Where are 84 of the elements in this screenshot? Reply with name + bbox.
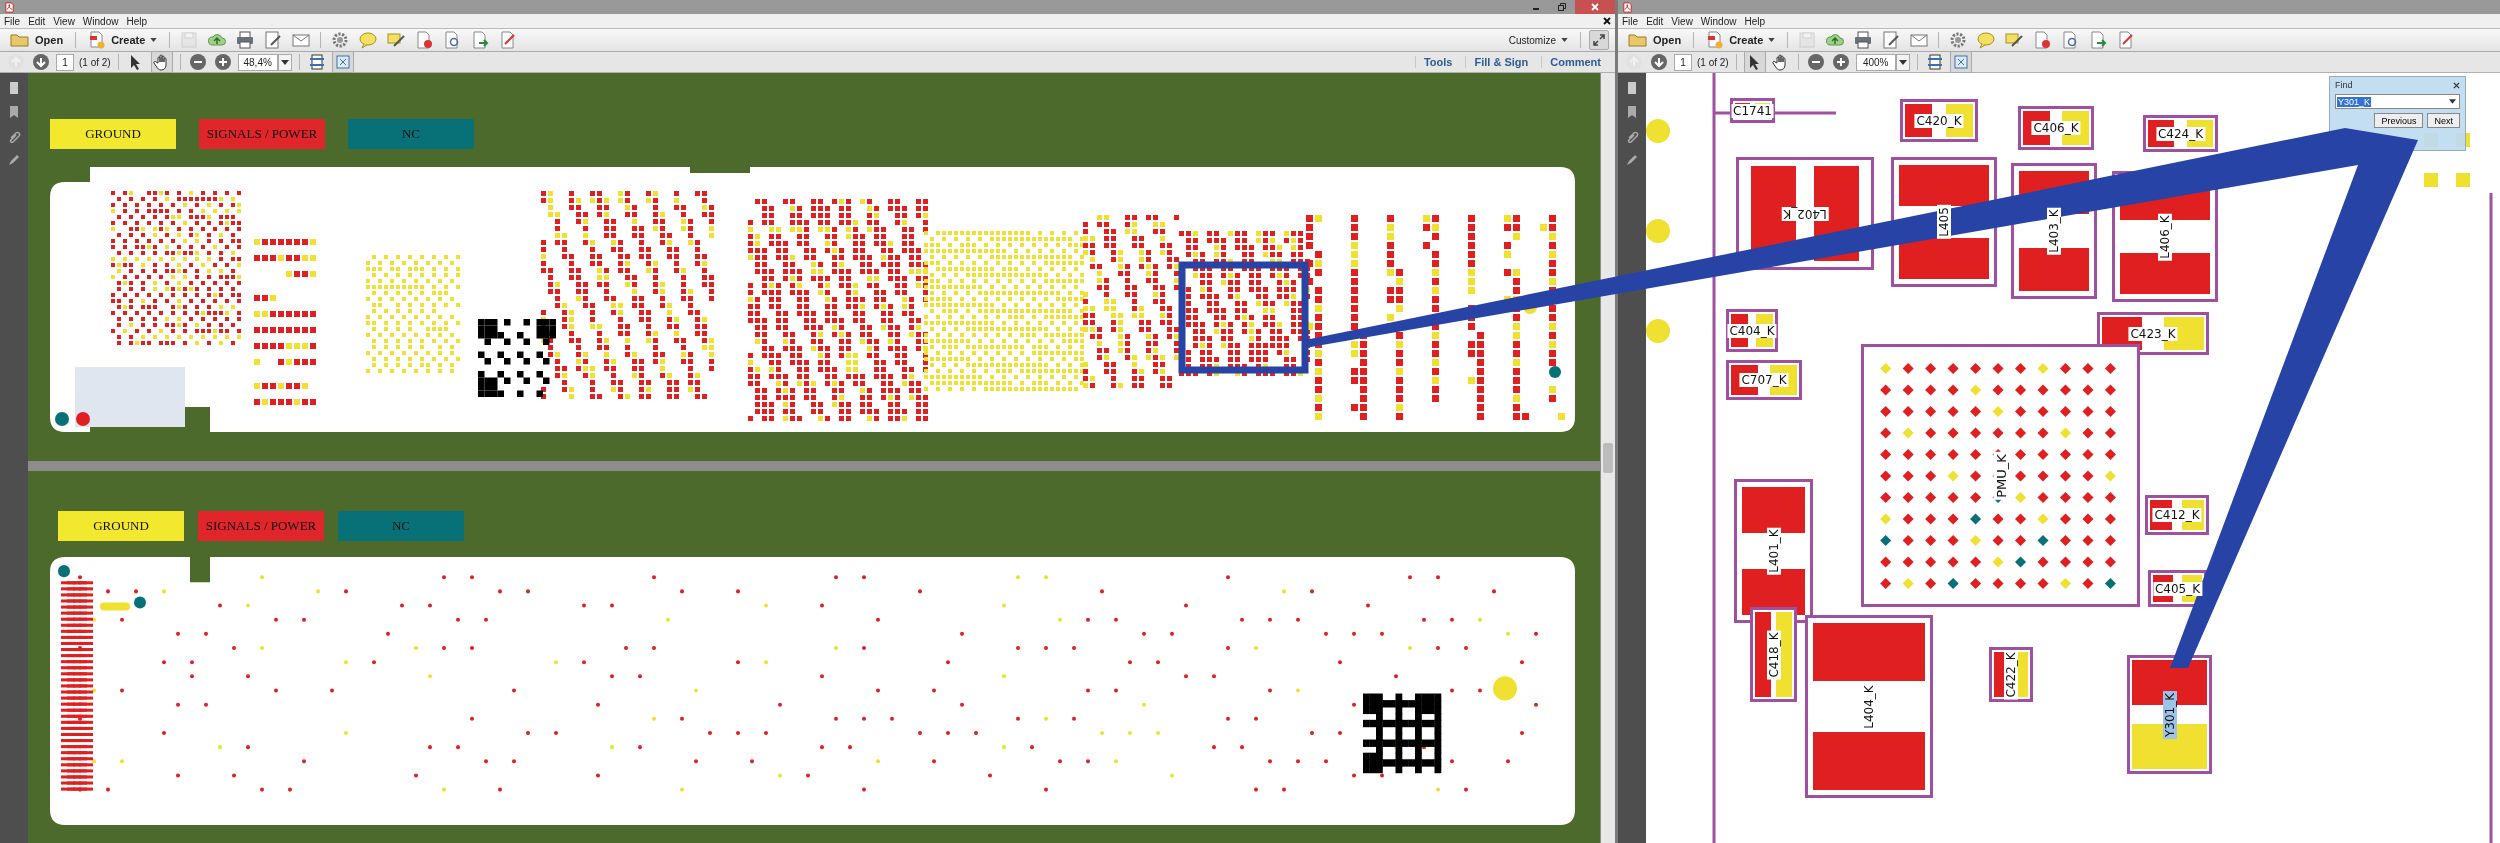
next-page-icon[interactable] (1649, 52, 1669, 72)
restore-icon (1557, 2, 1567, 12)
paperclip-icon[interactable] (7, 129, 21, 143)
pen-icon[interactable] (7, 153, 21, 167)
menu-item[interactable]: File (1622, 15, 1639, 27)
page-number-field[interactable]: 1 (56, 53, 74, 71)
close-icon[interactable] (2453, 81, 2460, 89)
next-page-icon[interactable] (31, 52, 51, 72)
panel-link[interactable]: Fill & Sign (1465, 56, 1537, 68)
menu-item[interactable]: Edit (1646, 15, 1664, 27)
pdf-app-icon (4, 1, 15, 13)
component-label: C423_K (2128, 326, 2178, 341)
zoom-field[interactable]: 400% (1855, 53, 1896, 71)
customize-button[interactable]: Customize (1504, 30, 1572, 50)
create-button[interactable]: Create (84, 30, 162, 50)
page-count: (1 of 2) (79, 56, 111, 68)
component-label: L406_K (2158, 212, 2172, 261)
zoom-out-icon[interactable] (187, 52, 208, 72)
component-label: C707_K (1739, 373, 1789, 387)
component-label: PMU_K (1993, 451, 2008, 500)
legend-label: GROUND (58, 511, 184, 541)
paperclip-icon[interactable] (1625, 129, 1639, 143)
qr-code-icon (478, 319, 556, 397)
page-count: (1 of 2) (1697, 56, 1729, 68)
component-label: C404_K (1727, 323, 1777, 338)
page-number-field[interactable]: 1 (1674, 53, 1692, 71)
caret-icon (1561, 38, 1568, 42)
panel-link[interactable]: Comment (1541, 56, 1609, 68)
full-screen-icon[interactable] (331, 51, 354, 73)
dropdown-caret-icon (2449, 99, 2456, 104)
zoom-in-icon[interactable] (212, 52, 233, 72)
menu-item[interactable]: Window (1700, 15, 1737, 27)
hand-icon[interactable] (150, 51, 173, 73)
menu-item[interactable]: File (4, 15, 21, 27)
select-cursor-icon[interactable] (1743, 51, 1766, 73)
component-label: L401_K (1766, 527, 1781, 575)
folder-icon (10, 32, 30, 48)
component-label: L404_K (1862, 682, 1876, 731)
component-label: L402_K (1781, 206, 1829, 221)
dialog-button[interactable]: Next (2427, 113, 2460, 128)
close-icon (1590, 2, 1600, 12)
menu-item[interactable]: Help (1744, 15, 1765, 27)
fullscreen-icon[interactable] (1589, 30, 1609, 50)
pdf-app-icon (1622, 1, 1633, 13)
pages-icon[interactable] (1625, 81, 1639, 95)
full-screen-icon[interactable] (1949, 51, 1972, 73)
panel-link[interactable]: Tools (1414, 56, 1461, 68)
document-star-icon (1706, 31, 1725, 49)
pages-icon[interactable] (7, 81, 21, 95)
menu-item[interactable]: View (1671, 15, 1693, 27)
zoom-in-icon[interactable] (1830, 52, 1851, 72)
open-button[interactable]: Open (6, 30, 68, 50)
bookmark-icon[interactable] (1625, 105, 1639, 119)
folder-icon (1628, 32, 1648, 48)
component-label: L403_K (2047, 207, 2061, 255)
component-label: C422_K (2004, 649, 2018, 700)
open-button[interactable]: Open (1624, 30, 1686, 50)
pen-icon[interactable] (1625, 153, 1639, 167)
legend-label: SIGNALS / POWER (199, 119, 325, 149)
dialog-title: Find (2335, 80, 2353, 90)
legend-label: NC (338, 511, 464, 541)
caret-icon (1768, 38, 1776, 42)
caret-icon (150, 38, 158, 42)
zoom-field[interactable]: 48,4% (237, 53, 278, 71)
close-document-icon[interactable] (1603, 17, 1611, 25)
menu-item[interactable]: Help (126, 15, 147, 27)
legend-label: NC (348, 119, 474, 149)
legend-label: SIGNALS / POWER (198, 511, 324, 541)
find-field[interactable]: Y301_K (2335, 94, 2460, 109)
menu-item[interactable]: View (53, 15, 75, 27)
component-label: C406_K (2031, 121, 2081, 135)
component-label: C412_K (2152, 508, 2202, 522)
menu-item[interactable]: Window (82, 15, 119, 27)
dialog-button[interactable]: Previous (2374, 113, 2424, 128)
document-star-icon (88, 31, 107, 49)
qr-code-icon (1363, 693, 1442, 774)
close-button[interactable] (1575, 0, 1615, 14)
menu-item[interactable]: Edit (28, 15, 46, 27)
bookmark-icon[interactable] (7, 105, 21, 119)
component-label: L405 (1937, 205, 1951, 239)
zoom-out-icon[interactable] (1805, 52, 1826, 72)
legend-label: GROUND (50, 119, 176, 149)
component-label: C420_K (1914, 113, 1964, 128)
create-button[interactable]: Create (1702, 30, 1780, 50)
